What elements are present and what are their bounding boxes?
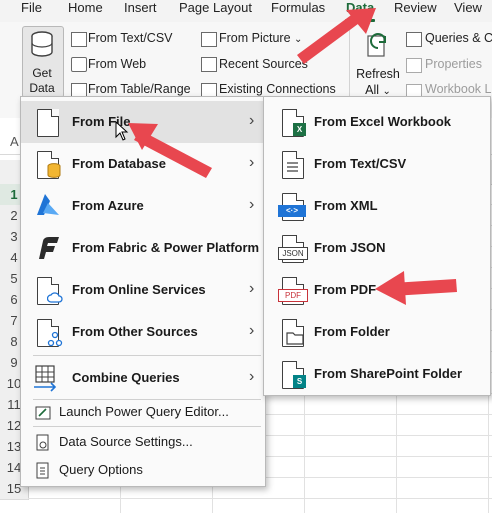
- tab-insert[interactable]: Insert: [124, 0, 157, 16]
- mouse-cursor-icon: [115, 121, 129, 141]
- chevron-right-icon: ›: [249, 368, 255, 385]
- database-cylinder-icon: [47, 163, 61, 178]
- menu-item-label: From Online Services: [72, 282, 206, 297]
- tab-file[interactable]: File: [21, 0, 42, 16]
- menu-item-launch-power-query-editor[interactable]: Launch Power Query Editor...: [21, 399, 265, 425]
- menu-item-from-azure[interactable]: From Azure ›: [21, 185, 265, 227]
- submenu-item-label: From PDF: [314, 282, 377, 297]
- submenu-item-from-excel-workbook[interactable]: X From Excel Workbook: [264, 101, 490, 143]
- web-icon: [71, 57, 87, 72]
- menu-separator: [33, 355, 261, 356]
- recent-sources-ribbon[interactable]: Recent Sources: [219, 57, 308, 71]
- chevron-right-icon: ›: [249, 196, 255, 213]
- chevron-right-icon: ›: [249, 280, 255, 297]
- settings-icon: [36, 434, 49, 451]
- submenu-item-from-folder[interactable]: From Folder: [264, 311, 490, 353]
- submenu-item-label: From XML: [314, 198, 378, 213]
- text-csv-icon: [71, 32, 87, 47]
- text-lines-icon: [287, 162, 298, 172]
- get-data-label-line1: Get: [32, 66, 52, 80]
- chevron-right-icon: ›: [249, 322, 255, 339]
- menu-item-label: From Other Sources: [72, 324, 198, 339]
- menu-item-from-other-sources[interactable]: From Other Sources ›: [21, 311, 265, 353]
- workbook-links-ribbon[interactable]: Workbook Li: [425, 82, 492, 96]
- pdf-badge: PDF: [278, 289, 308, 302]
- sharepoint-badge: S: [293, 375, 306, 388]
- existing-connections-ribbon[interactable]: Existing Connections: [219, 82, 336, 96]
- menu-item-label: From Database: [72, 156, 166, 171]
- tab-formulas[interactable]: Formulas: [271, 0, 325, 16]
- database-icon: [31, 31, 53, 57]
- submenu-item-from-text-csv[interactable]: From Text/CSV: [264, 143, 490, 185]
- folder-shape-icon: [286, 332, 304, 345]
- submenu-item-label: From SharePoint Folder: [314, 366, 463, 381]
- submenu-item-from-xml[interactable]: <·> From XML: [264, 185, 490, 227]
- queries-connections-icon: [406, 32, 422, 47]
- picture-icon: [201, 32, 217, 47]
- chevron-down-icon: ⌄: [294, 34, 303, 45]
- chevron-right-icon: ›: [249, 154, 255, 171]
- menu-item-from-file[interactable]: From File ›: [21, 101, 265, 143]
- submenu-item-from-pdf[interactable]: PDF From PDF: [264, 269, 490, 311]
- menu-item-from-database[interactable]: From Database ›: [21, 143, 265, 185]
- submenu-item-label: From Text/CSV: [314, 156, 407, 171]
- menu-item-combine-queries[interactable]: Combine Queries ›: [21, 357, 265, 399]
- tab-view[interactable]: View: [454, 0, 482, 16]
- queries-connections-ribbon[interactable]: Queries & C: [425, 31, 492, 45]
- from-web-ribbon[interactable]: From Web: [88, 57, 146, 71]
- menu-item-label: From Azure: [72, 198, 144, 213]
- menu-item-data-source-settings[interactable]: Data Source Settings...: [21, 429, 265, 455]
- submenu-item-from-json[interactable]: JSON From JSON: [264, 227, 490, 269]
- menu-item-label: Query Options: [59, 462, 143, 477]
- tab-page-layout[interactable]: Page Layout: [179, 0, 252, 16]
- fabric-icon: [39, 237, 59, 259]
- menu-item-query-options[interactable]: Query Options: [21, 457, 265, 483]
- xml-badge: <·>: [278, 205, 306, 217]
- properties-icon: [406, 58, 422, 73]
- properties-ribbon[interactable]: Properties: [425, 57, 482, 71]
- grid-row-line: [28, 498, 492, 499]
- excel-badge: X: [293, 123, 306, 136]
- options-icon: [36, 462, 49, 479]
- combine-icon: [34, 365, 57, 392]
- get-data-label-line2: Data: [29, 81, 55, 95]
- refresh-all-button[interactable]: Refresh All ⌄: [356, 66, 400, 100]
- tab-home[interactable]: Home: [68, 0, 103, 16]
- submenu-item-label: From Excel Workbook: [314, 114, 452, 129]
- menu-item-from-fabric-power-platform[interactable]: From Fabric & Power Platform: [21, 227, 265, 269]
- power-query-icon: [35, 406, 51, 420]
- menu-item-label: Combine Queries: [72, 370, 180, 385]
- json-badge: JSON: [278, 247, 308, 260]
- refresh-icon: [367, 33, 386, 57]
- file-icon: [37, 109, 59, 137]
- menu-item-label: From Fabric & Power Platform: [72, 240, 260, 255]
- network-icon: [47, 331, 63, 347]
- from-picture-label: From Picture: [219, 31, 291, 45]
- menu-item-label: Data Source Settings...: [59, 434, 193, 449]
- refresh-label-line1: Refresh: [356, 67, 400, 81]
- submenu-item-label: From Folder: [314, 324, 390, 339]
- name-box[interactable]: A: [10, 134, 19, 149]
- refresh-label-line2: All: [365, 83, 380, 97]
- from-table-range-ribbon[interactable]: From Table/Range: [88, 82, 191, 96]
- from-text-csv-ribbon[interactable]: From Text/CSV: [88, 31, 173, 45]
- submenu-item-label: From JSON: [314, 240, 386, 255]
- from-picture-ribbon[interactable]: From Picture ⌄: [219, 31, 302, 45]
- submenu-item-from-sharepoint-folder[interactable]: S From SharePoint Folder: [264, 353, 490, 395]
- tab-data[interactable]: Data: [346, 0, 374, 16]
- cloud-icon: [47, 292, 63, 303]
- menu-item-from-online-services[interactable]: From Online Services ›: [21, 269, 265, 311]
- azure-icon: [37, 194, 59, 215]
- chevron-right-icon: ›: [249, 112, 255, 129]
- get-data-menu: From File › From Database › From Azure ›…: [20, 96, 266, 487]
- tab-review[interactable]: Review: [394, 0, 437, 16]
- ribbon-tab-bar: File Home Insert Page Layout Formulas Da…: [0, 0, 492, 22]
- menu-separator: [33, 426, 261, 427]
- from-file-submenu: X From Excel Workbook From Text/CSV <·> …: [263, 96, 491, 396]
- recent-sources-icon: [201, 57, 217, 72]
- menu-item-label: Launch Power Query Editor...: [59, 404, 229, 419]
